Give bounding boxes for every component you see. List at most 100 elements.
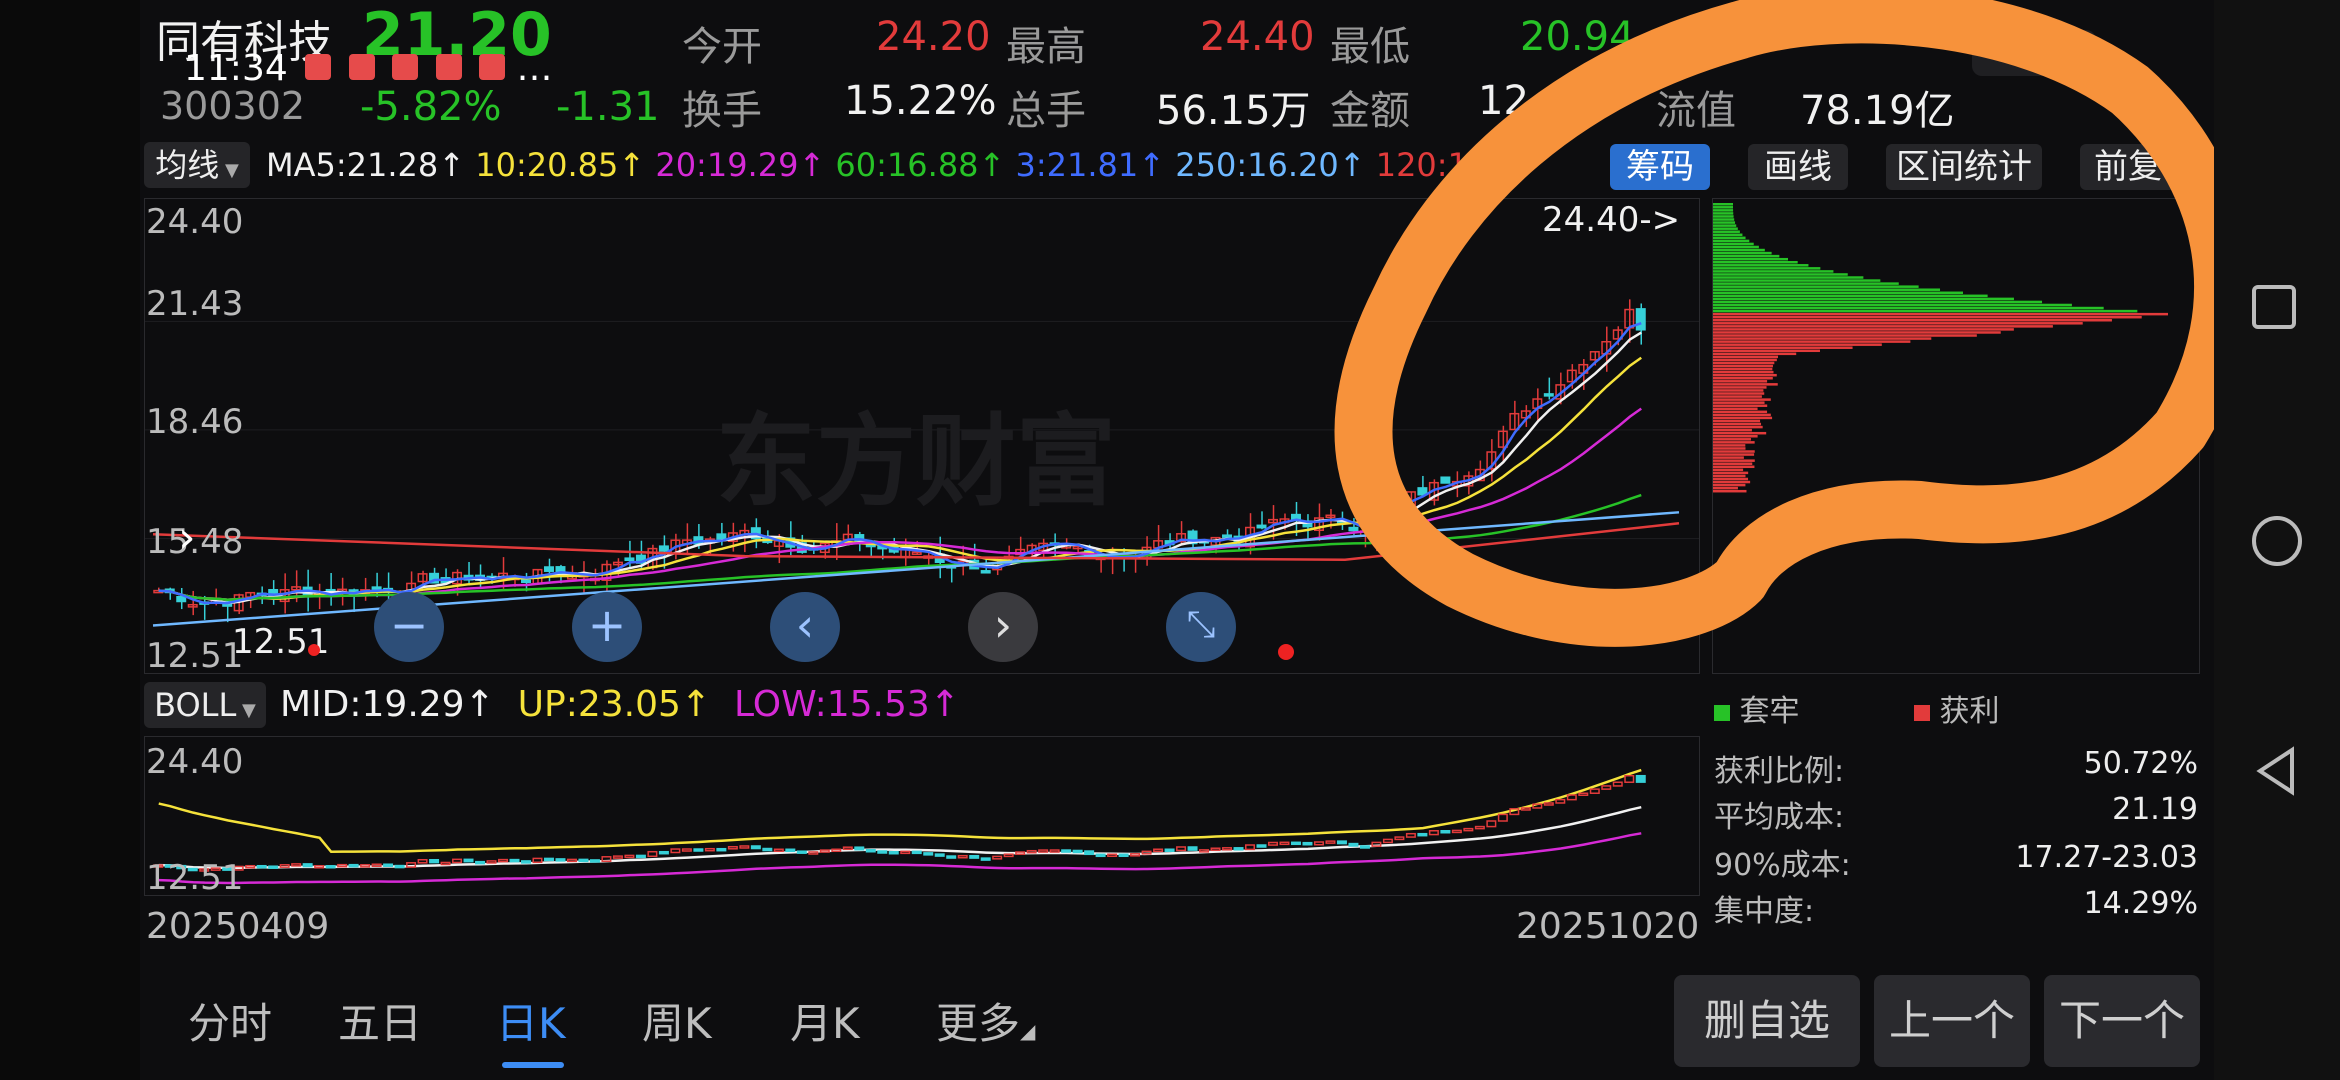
boll-candle [1359, 845, 1370, 849]
boll-candle [1302, 841, 1313, 846]
boll-candle [1325, 840, 1336, 844]
recents-icon[interactable] [2252, 285, 2296, 329]
chip-bar [1713, 312, 2169, 316]
boll-candle [1187, 846, 1198, 851]
boll-candle [1164, 848, 1175, 852]
draw-line-button[interactable]: 画线 [1748, 144, 1848, 190]
range-stats-button[interactable]: 区间统计 [1886, 144, 2042, 190]
left-margin [0, 0, 140, 1080]
boll-candle [1118, 853, 1129, 858]
boll-candle [750, 845, 761, 850]
candle-body [716, 533, 727, 541]
boll-candle [1474, 825, 1485, 830]
tab-monthly-k[interactable]: 月K [790, 990, 860, 1051]
ma-item: 60:16.88↑ [835, 146, 1006, 184]
candle-body [176, 595, 187, 603]
chip-bar [1713, 462, 1753, 465]
chart-watermark: 东方财富 [716, 403, 1116, 520]
chip-bar [1713, 407, 1758, 411]
boll-candle [1405, 832, 1416, 838]
chip-bar [1713, 377, 1773, 380]
previous-stock-button[interactable]: 上一个 [1874, 975, 2030, 1067]
zoom-in-button[interactable]: + [572, 592, 642, 662]
boll-candle [1233, 847, 1244, 851]
boll-candle [980, 857, 991, 861]
boll-candle [543, 857, 554, 862]
ma-item: MA5:21.28↑ [266, 146, 466, 184]
chips-button[interactable]: 筹码 [1610, 144, 1710, 190]
adjust-button[interactable]: 前复权 [2080, 144, 2210, 190]
boll-candle [1245, 844, 1256, 851]
tab-five-day[interactable]: 五日 [338, 990, 422, 1051]
scroll-left-button[interactable]: ‹ [770, 592, 840, 662]
boll-candle [291, 863, 302, 867]
chip-bar [1713, 303, 2072, 307]
remove-watchlist-button[interactable]: 删自选 [1674, 975, 1860, 1067]
chip-bar [1713, 248, 1765, 252]
boll-candle [555, 858, 566, 862]
sub-y-label: 24.40 [146, 742, 244, 782]
chip-bar [1713, 471, 1749, 475]
zoom-out-button[interactable]: − [374, 592, 444, 662]
boll-candle [681, 848, 692, 852]
chip-bar [1713, 364, 1773, 368]
boll-candle [957, 854, 968, 859]
tab-intraday[interactable]: 分时 [188, 990, 272, 1051]
indicator-selector-ma[interactable]: 均线 ▼ [144, 142, 250, 188]
boll-candle [1290, 841, 1301, 846]
boll-candle [1440, 830, 1451, 834]
chip-bar [1713, 315, 2142, 319]
boll-candle [911, 850, 922, 855]
tab-weekly-k[interactable]: 周K [642, 990, 712, 1051]
back-icon[interactable] [2252, 746, 2302, 796]
boll-candle [1049, 849, 1060, 853]
ma-item: 120:15.9 [1375, 146, 1519, 184]
event-dot[interactable] [308, 644, 320, 656]
chip-bar [1713, 212, 1734, 215]
event-dot[interactable] [1278, 644, 1294, 660]
boll-candle [670, 848, 681, 854]
chip-bar [1713, 483, 1746, 487]
chip-bar [1713, 285, 1919, 288]
candle-body [1348, 526, 1359, 532]
tab-more[interactable]: 更多◢ [936, 990, 1035, 1051]
chip-stat-label: 90%成本: [1714, 848, 1851, 883]
home-icon[interactable] [2252, 516, 2302, 566]
scroll-right-button[interactable]: › [968, 592, 1038, 662]
chip-bar [1713, 319, 2112, 322]
next-stock-button[interactable]: 下一个 [2044, 975, 2200, 1067]
boll-up-line [158, 768, 1642, 853]
chip-bar [1713, 340, 1911, 343]
boll-candle [854, 846, 865, 851]
chip-bar [1713, 367, 1773, 371]
boll-candle [417, 858, 428, 864]
chip-bar [1713, 291, 1964, 295]
chip-bar [1713, 401, 1765, 404]
chip-bar [1713, 398, 1771, 401]
indicator-selector-boll[interactable]: BOLL ▼ [144, 682, 266, 728]
notification-icon [348, 54, 375, 80]
chip-bar [1713, 346, 1853, 349]
expand-panel-icon[interactable]: › [178, 512, 196, 563]
chip-stat-label: 集中度: [1714, 894, 1815, 929]
chip-bar [1713, 422, 1762, 426]
boll-chart[interactable] [144, 736, 1700, 896]
quote-value-amount: 12.4 [1478, 78, 1568, 124]
reset-zoom-button[interactable]: ⤡ [1166, 592, 1236, 662]
chip-bar [1713, 233, 1743, 237]
boll-candle [1601, 785, 1612, 790]
low-marker: 12.51 [232, 622, 330, 662]
chip-bar [1713, 486, 1738, 490]
ma-values: MA5:21.28↑ 10:20.85↑ 20:19.29↑ 60:16.88↑… [266, 146, 1519, 184]
candle-body [658, 545, 669, 552]
chip-bar [1713, 395, 1762, 398]
chip-bar [1713, 267, 1821, 270]
date-start: 20250409 [146, 906, 330, 947]
chip-bar [1713, 361, 1775, 365]
chip-bar [1713, 450, 1755, 453]
boll-candle [635, 854, 646, 859]
tab-daily-k[interactable]: 日K [496, 990, 566, 1051]
chip-bar [1713, 334, 1977, 337]
quote-value-high: 24.40 [1200, 14, 1315, 60]
boll-candle [773, 848, 784, 853]
